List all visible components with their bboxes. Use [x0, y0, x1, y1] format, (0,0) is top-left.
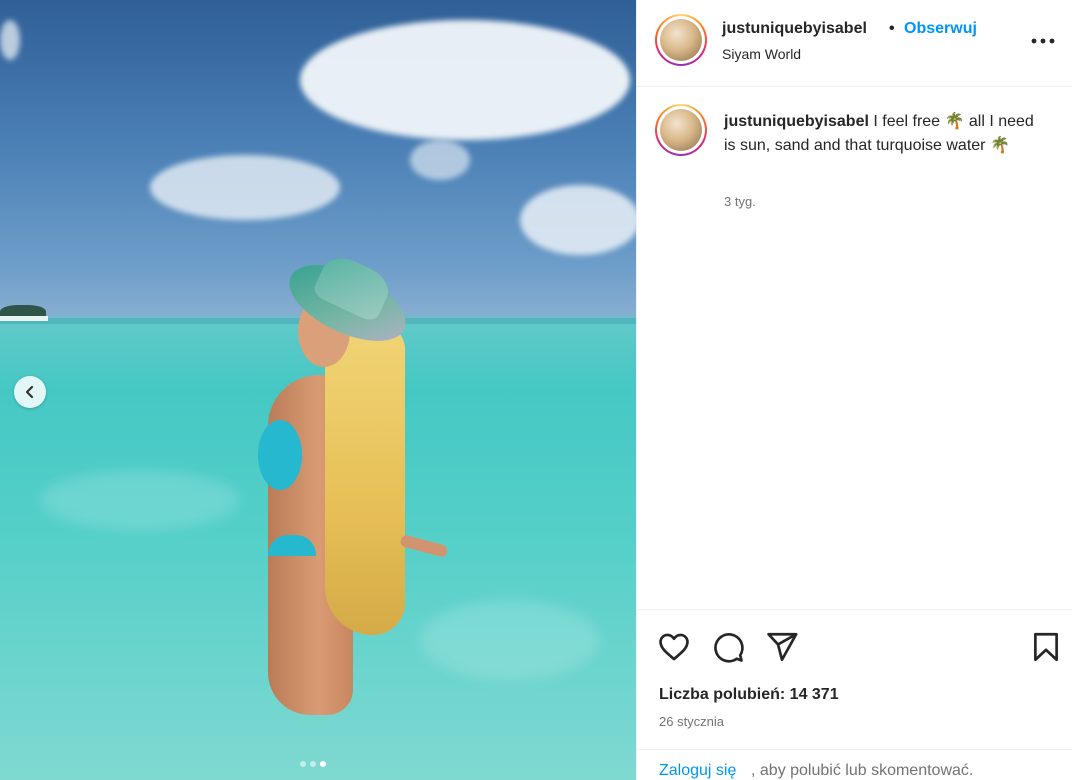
post-date[interactable]: 26 stycznia: [659, 714, 724, 729]
comment-icon: [714, 633, 744, 663]
heart-icon: [659, 633, 689, 661]
carousel-dot-active: [320, 761, 326, 767]
caption-timestamp[interactable]: 3 tyg.: [724, 194, 756, 209]
cloud: [0, 20, 20, 60]
more-options-button[interactable]: [1031, 28, 1055, 48]
previous-slide-button[interactable]: [14, 376, 46, 408]
username-link[interactable]: justuniquebyisabel: [722, 20, 867, 38]
cloud: [300, 20, 630, 140]
carousel-dot: [300, 761, 306, 767]
separator-dot: •: [889, 20, 895, 37]
action-bar: Liczba polubień: 14 371 26 stycznia Zalo…: [637, 609, 1072, 780]
caption-text: justuniquebyisabel I feel free 🌴 all I n…: [724, 110, 1044, 158]
post-header: justuniquebyisabel • Obserwuj Siyam Worl…: [637, 0, 1072, 87]
bikini-bottom: [268, 535, 316, 675]
carousel-dot: [310, 761, 316, 767]
share-button[interactable]: [765, 630, 799, 664]
cloud: [150, 155, 340, 220]
carousel-indicator: [300, 761, 326, 767]
login-prompt-text: , aby polubić lub skomentować.: [751, 762, 974, 779]
bookmark-icon: [1034, 632, 1058, 662]
caption-username[interactable]: justuniquebyisabel: [724, 113, 869, 130]
chevron-left-icon: [25, 385, 34, 399]
cloud: [520, 185, 636, 255]
bikini-top: [258, 420, 302, 490]
caption-avatar[interactable]: [655, 104, 707, 156]
water-ripple: [40, 470, 240, 530]
avatar[interactable]: [655, 14, 707, 66]
more-horizontal-icon: [1031, 38, 1055, 44]
post-sidebar: justuniquebyisabel • Obserwuj Siyam Worl…: [636, 0, 1072, 780]
comment-button[interactable]: [711, 630, 745, 664]
like-button[interactable]: [657, 630, 691, 664]
person-figure: [230, 249, 460, 735]
island: [0, 305, 48, 321]
post-media[interactable]: [0, 0, 636, 780]
follow-button[interactable]: Obserwuj: [904, 20, 977, 38]
save-button[interactable]: [1029, 630, 1063, 664]
location-link[interactable]: Siyam World: [722, 46, 801, 62]
login-link[interactable]: Zaloguj się: [659, 762, 736, 780]
arm: [399, 533, 449, 559]
share-icon: [767, 632, 798, 662]
cloud: [410, 140, 470, 180]
likes-count[interactable]: Liczba polubień: 14 371: [659, 686, 839, 704]
login-prompt: Zaloguj się , aby polubić lub skomentowa…: [637, 749, 1072, 780]
hair: [325, 325, 405, 635]
